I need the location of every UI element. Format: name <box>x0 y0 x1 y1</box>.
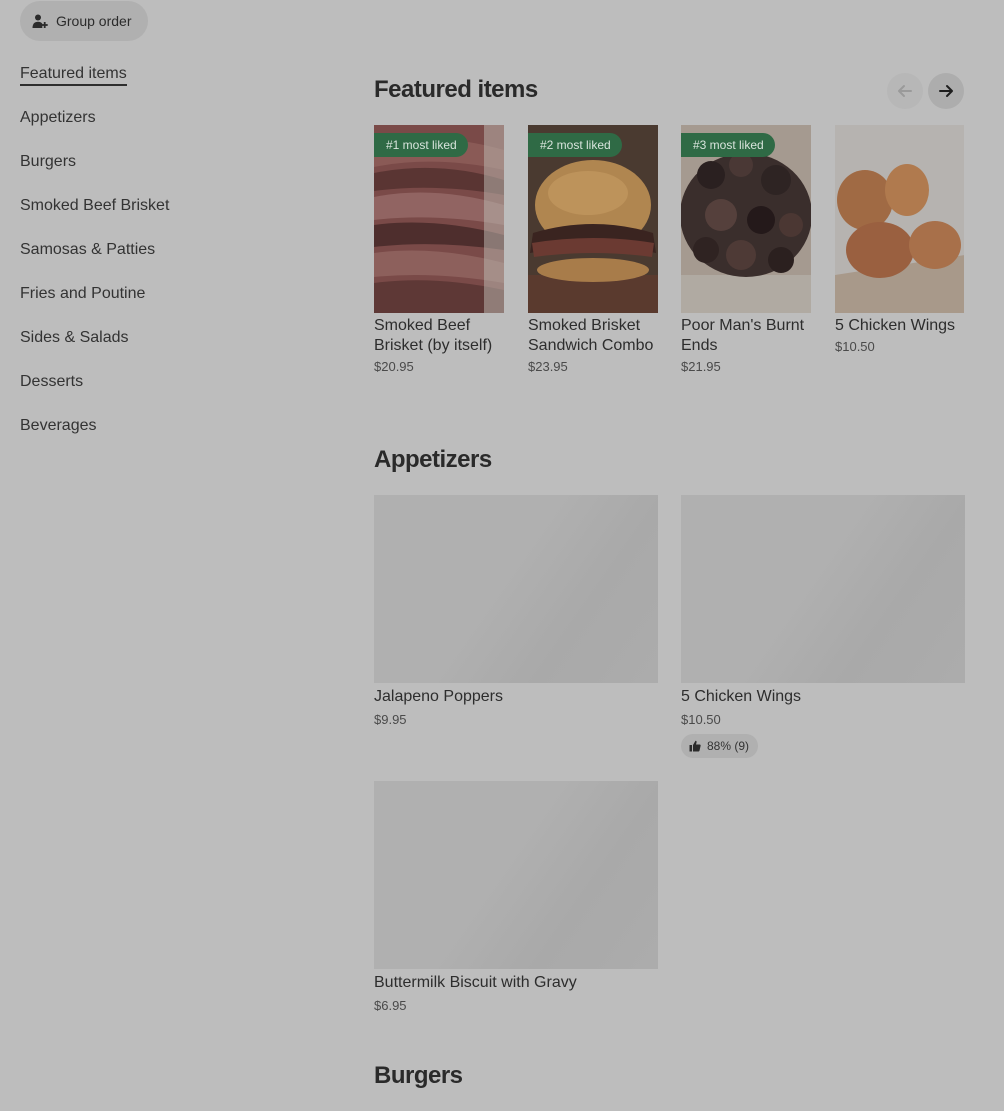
section-title-burgers: Burgers <box>374 1062 463 1089</box>
section-title-featured: Featured items <box>374 76 538 103</box>
featured-item-card[interactable]: #3 most liked Poor Man's Burnt Ends $21.… <box>681 125 811 374</box>
brisket-sandwich-photo: #2 most liked <box>528 125 658 313</box>
arrow-right-icon <box>939 85 953 97</box>
featured-item-card[interactable]: #1 most liked Smoked Beef Brisket (by it… <box>374 125 504 374</box>
item-price: $10.50 <box>835 339 875 354</box>
appetizer-item-card[interactable]: Jalapeno Poppers $9.95 <box>374 495 658 727</box>
item-price: $6.95 <box>374 998 407 1013</box>
item-price: $21.95 <box>681 359 721 374</box>
item-price: $9.95 <box>374 712 407 727</box>
featured-carousel: #1 most liked Smoked Beef Brisket (by it… <box>374 125 964 415</box>
item-name: Poor Man's Burnt Ends <box>681 317 805 354</box>
sidebar-item-label: Sides & Salads <box>20 329 129 346</box>
sidebar-item-desserts[interactable]: Desserts <box>20 364 320 408</box>
item-name: 5 Chicken Wings <box>681 688 802 705</box>
item-name: Buttermilk Biscuit with Gravy <box>374 974 577 991</box>
appetizer-item-card[interactable]: Buttermilk Biscuit with Gravy $6.95 <box>374 781 658 1013</box>
item-image-placeholder <box>374 495 658 683</box>
sidebar-item-label: Appetizers <box>20 109 96 126</box>
sidebar-item-label: Desserts <box>20 373 84 390</box>
group-order-label: Group order <box>56 13 132 29</box>
store-menu-page: Group order Featured items Appetizers Bu… <box>0 0 1004 1111</box>
brisket-photo: #1 most liked <box>374 125 504 313</box>
item-name: 5 Chicken Wings <box>835 317 956 334</box>
sidebar-item-label: Featured items <box>20 65 127 86</box>
sidebar-item-label: Smoked Beef Brisket <box>20 197 170 214</box>
item-name: Smoked Brisket Sandwich Combo <box>528 317 654 354</box>
item-name: Jalapeno Poppers <box>374 688 503 705</box>
most-liked-badge: #1 most liked <box>374 133 468 157</box>
item-name: Smoked Beef Brisket (by itself) <box>374 317 493 354</box>
sidebar-item-label: Beverages <box>20 417 97 434</box>
carousel-prev-button[interactable] <box>887 73 923 109</box>
burnt-ends-photo: #3 most liked <box>681 125 811 313</box>
sidebar-item-label: Fries and Poutine <box>20 285 146 302</box>
appetizer-item-card[interactable]: 5 Chicken Wings $10.50 88% (9) <box>681 495 965 758</box>
featured-item-card[interactable]: 5 Chicken Wings $10.50 <box>835 125 964 354</box>
rating-badge: 88% (9) <box>681 734 759 758</box>
item-price: $10.50 <box>681 712 721 727</box>
add-person-icon <box>32 14 48 28</box>
item-price: $23.95 <box>528 359 568 374</box>
item-price: $20.95 <box>374 359 414 374</box>
sidebar-item-samosas-patties[interactable]: Samosas & Patties <box>20 232 320 276</box>
most-liked-badge: #2 most liked <box>528 133 622 157</box>
sidebar-item-sides-salads[interactable]: Sides & Salads <box>20 320 320 364</box>
sidebar-item-featured-items[interactable]: Featured items <box>20 56 320 100</box>
arrow-left-icon <box>898 85 912 97</box>
featured-item-card[interactable]: #2 most liked Smoked Brisket Sandwich Co… <box>528 125 658 374</box>
item-image-placeholder <box>681 495 965 683</box>
item-image-placeholder <box>374 781 658 969</box>
section-title-appetizers: Appetizers <box>374 446 492 473</box>
sidebar-item-burgers[interactable]: Burgers <box>20 144 320 188</box>
sidebar-item-label: Samosas & Patties <box>20 241 156 258</box>
sidebar-item-smoked-beef-brisket[interactable]: Smoked Beef Brisket <box>20 188 320 232</box>
most-liked-badge: #3 most liked <box>681 133 775 157</box>
chicken-wings-photo <box>835 125 964 313</box>
rating-text: 88% (9) <box>707 739 750 753</box>
sidebar-item-label: Burgers <box>20 153 77 170</box>
sidebar-item-appetizers[interactable]: Appetizers <box>20 100 320 144</box>
group-order-button[interactable]: Group order <box>20 1 149 41</box>
thumbs-up-icon <box>689 740 701 752</box>
category-sidebar: Featured items Appetizers Burgers Smoked… <box>20 56 320 452</box>
carousel-next-button[interactable] <box>928 73 964 109</box>
sidebar-item-fries-poutine[interactable]: Fries and Poutine <box>20 276 320 320</box>
sidebar-item-beverages[interactable]: Beverages <box>20 408 320 452</box>
